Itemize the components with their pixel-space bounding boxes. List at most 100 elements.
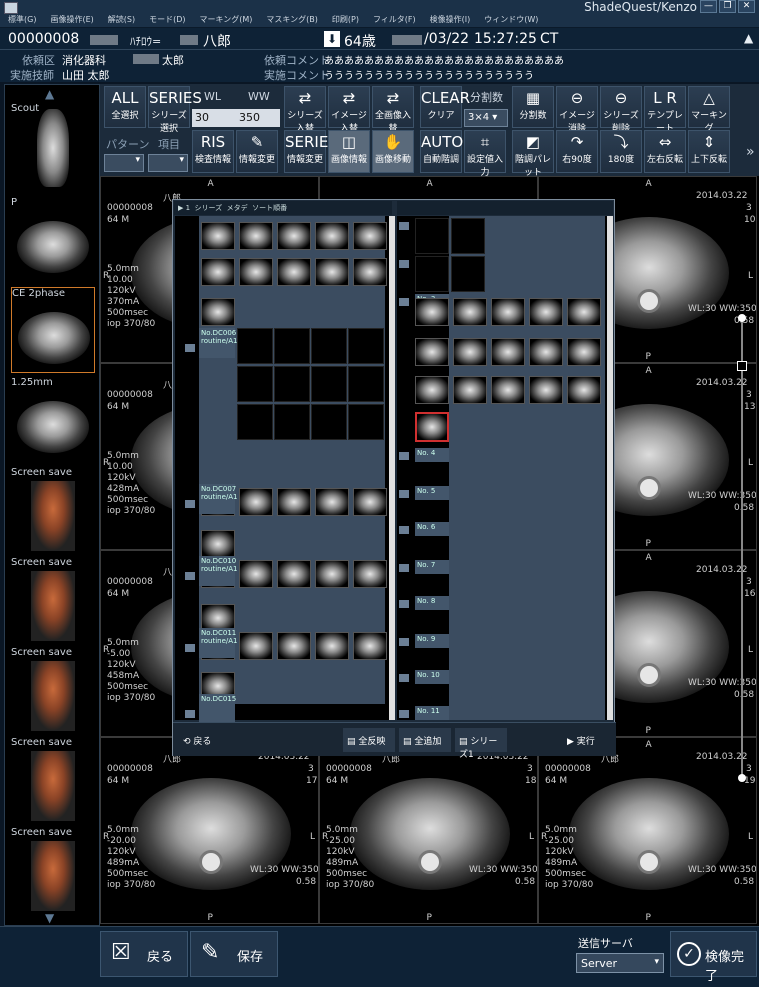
close-button[interactable]: ✕: [738, 0, 755, 13]
collapse-toggle[interactable]: [399, 674, 409, 682]
collapse-toggle[interactable]: [185, 644, 195, 652]
toolbar-button[interactable]: SERIES シリーズ選択: [148, 86, 202, 134]
series-group-label[interactable]: No.DC006 routine/A1: [199, 328, 237, 358]
toolbar-button[interactable]: ⇄ イメージ入替: [328, 86, 370, 134]
series-image[interactable]: [529, 298, 563, 326]
slice-slider-track[interactable]: [741, 316, 743, 778]
menu-item[interactable]: 検像操作(I): [430, 14, 471, 25]
minimize-button[interactable]: —: [700, 0, 717, 13]
collapse-toggle[interactable]: [399, 564, 409, 572]
collapse-toggle[interactable]: [399, 638, 409, 646]
empty-slot[interactable]: [415, 256, 449, 292]
series-image[interactable]: [415, 338, 449, 366]
toolbar-button[interactable]: ⇕ 上下反転: [688, 130, 730, 173]
thumbnail[interactable]: Screen save: [11, 557, 95, 643]
all-add-button[interactable]: ▤ 全追加: [399, 728, 451, 752]
toolbar-button[interactable]: ALL 全選択: [104, 86, 146, 128]
empty-slot[interactable]: [237, 404, 273, 440]
menu-item[interactable]: 印刷(P): [332, 14, 359, 25]
series-image[interactable]: [201, 258, 235, 286]
server-select[interactable]: Server ▾: [576, 953, 664, 973]
viewer-cell[interactable]: A P R L 2014.03.22 3 19 WL:30 WW:350 0.58 八郎 00000…: [538, 737, 757, 924]
empty-slot[interactable]: [415, 218, 449, 254]
image-number-label[interactable]: No. 7: [415, 560, 449, 574]
series-image[interactable]: [353, 560, 387, 588]
toolbar-button[interactable]: ✎ 情報変更: [236, 130, 278, 173]
toolbar-button[interactable]: CLEAR クリア: [420, 86, 470, 128]
toolbar-button[interactable]: ⌗ 設定値入力: [464, 130, 506, 178]
menu-item[interactable]: ウィンドウ(W): [484, 14, 538, 25]
empty-slot[interactable]: [311, 328, 347, 364]
series-group-label[interactable]: No.DC007 routine/A1: [199, 484, 237, 514]
series-image[interactable]: [567, 376, 601, 404]
empty-slot[interactable]: [311, 404, 347, 440]
series-image[interactable]: [315, 258, 349, 286]
series-image[interactable]: [239, 258, 273, 286]
download-icon[interactable]: ⬇: [324, 31, 340, 47]
item-select[interactable]: ▾: [148, 154, 188, 172]
toolbar-button[interactable]: ◩ 階調パレット: [512, 130, 554, 178]
toolbar-button[interactable]: △ マーキング: [688, 86, 730, 134]
toolbar-button[interactable]: AUTO 自動階調: [420, 130, 463, 173]
menu-item[interactable]: 標準(G): [8, 14, 36, 25]
series-image[interactable]: [353, 488, 387, 516]
empty-slot[interactable]: [451, 256, 485, 292]
image-number-label[interactable]: No. 6: [415, 522, 449, 536]
left-scrollbar[interactable]: [389, 216, 395, 720]
save-button[interactable]: ✎ 保存: [190, 931, 278, 977]
empty-slot[interactable]: [274, 328, 310, 364]
series-image[interactable]: [277, 632, 311, 660]
menu-item[interactable]: 画像操作(E): [50, 14, 93, 25]
menu-item[interactable]: マスキング(B): [266, 14, 318, 25]
collapse-toggle[interactable]: [399, 600, 409, 608]
collapse-arrow-icon[interactable]: ▲: [744, 31, 753, 45]
restore-button[interactable]: ❐: [719, 0, 736, 13]
execute-button[interactable]: ▶ 実行: [563, 728, 611, 752]
series-image[interactable]: [315, 488, 349, 516]
toolbar-button[interactable]: ▦ 分割数: [512, 86, 554, 128]
toolbar-button[interactable]: SERIES 情報変更: [284, 130, 338, 173]
series-image[interactable]: [239, 488, 273, 516]
series-image[interactable]: [453, 338, 487, 366]
series-image[interactable]: [353, 632, 387, 660]
series-image[interactable]: [529, 376, 563, 404]
image-number-label[interactable]: No. 11: [415, 706, 449, 720]
ww-input[interactable]: 350: [236, 109, 280, 127]
series-group-label[interactable]: No.DC010 routine/A1: [199, 556, 237, 586]
toolbar-button[interactable]: L R テンプレート: [644, 86, 686, 134]
empty-slot[interactable]: [348, 366, 384, 402]
image-number-label[interactable]: No. 4: [415, 448, 449, 462]
selected-series-image[interactable]: [415, 412, 449, 442]
series-set-button[interactable]: ▤ シリーズ1: [455, 728, 507, 760]
series-group-label[interactable]: No.DC015: [199, 694, 236, 724]
left-series-pane[interactable]: No.DC006 routine/A1 No.DC007 routine/A1 No.D…: [175, 216, 389, 724]
image-number-label[interactable]: No. 10: [415, 670, 449, 684]
more-tools-icon[interactable]: »: [746, 144, 755, 160]
collapse-toggle[interactable]: [399, 452, 409, 460]
toolbar-button[interactable]: ⇔ 左右反転: [644, 130, 686, 173]
collapse-toggle[interactable]: [399, 526, 409, 534]
series-image[interactable]: [277, 222, 311, 250]
series-image[interactable]: [201, 298, 235, 326]
series-image[interactable]: [353, 258, 387, 286]
menu-item[interactable]: フィルタ(F): [373, 14, 416, 25]
toolbar-button[interactable]: ↷ 右90度: [556, 130, 598, 173]
toolbar-button[interactable]: ⇄ シリーズ入替: [284, 86, 326, 134]
toolbar-button[interactable]: RIS 検査情報: [192, 130, 234, 173]
thumbnail-selected[interactable]: CE 2phase: [11, 287, 95, 373]
series-image[interactable]: [201, 222, 235, 250]
image-number-label[interactable]: No. 8: [415, 596, 449, 610]
series-image[interactable]: [567, 298, 601, 326]
series-image[interactable]: [491, 298, 525, 326]
collapse-toggle[interactable]: [399, 298, 409, 306]
series-image[interactable]: [315, 222, 349, 250]
empty-slot[interactable]: [451, 218, 485, 254]
series-image[interactable]: [277, 560, 311, 588]
series-image[interactable]: [415, 298, 449, 326]
empty-slot[interactable]: [237, 328, 273, 364]
thumbnail[interactable]: Screen save: [11, 647, 95, 733]
menu-item[interactable]: マーキング(M): [199, 14, 252, 25]
collapse-toggle[interactable]: [185, 572, 195, 580]
empty-slot[interactable]: [274, 404, 310, 440]
series-image[interactable]: [315, 560, 349, 588]
